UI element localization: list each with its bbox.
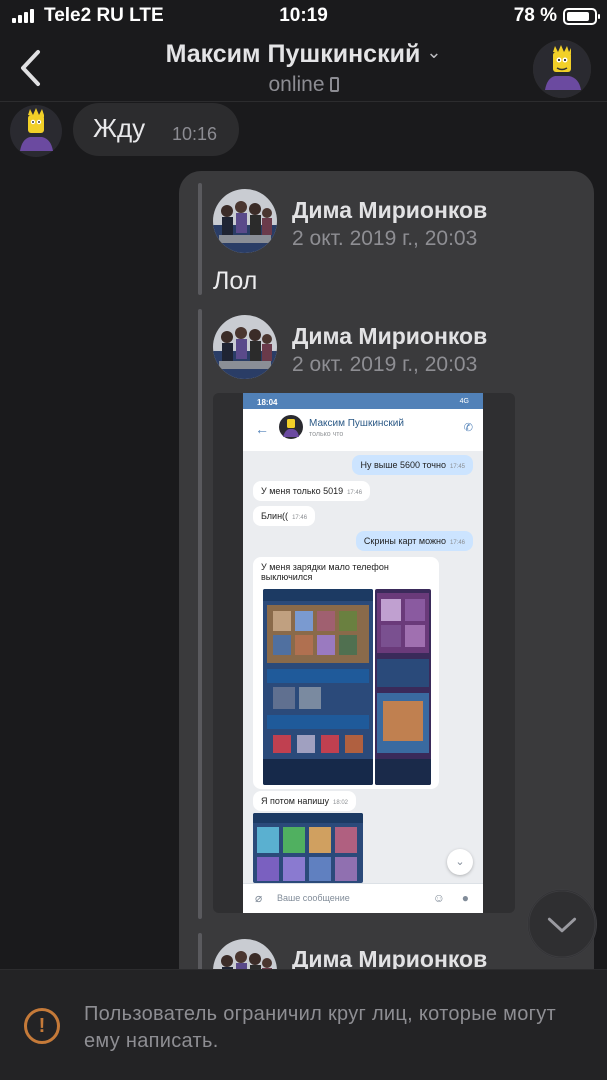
paperclip-icon: ⌀ — [255, 891, 263, 905]
forward-author-name[interactable]: Дима Мирионков — [292, 197, 487, 224]
forwarded-message-bubble[interactable]: Дима Мирионков 2 окт. 2019 г., 20:03 Лол… — [179, 171, 594, 969]
message-time: 10:16 — [172, 124, 218, 144]
forward-author-avatar[interactable] — [213, 315, 277, 379]
forward-text: Лол — [213, 267, 258, 295]
screenshot-avatar — [279, 415, 303, 439]
chat-title-area[interactable]: Максим Пушкинский ⌄ online — [0, 40, 607, 97]
online-status: online — [0, 73, 607, 97]
screenshot-contact-status: только что — [309, 431, 344, 438]
scroll-down-button[interactable] — [527, 889, 597, 959]
screenshot-message: Блин((17:46 — [253, 506, 316, 526]
chat-title: Максим Пушкинский — [165, 40, 421, 68]
incoming-message-bubble[interactable]: Жду 10:16 — [73, 103, 239, 156]
contact-avatar[interactable] — [533, 40, 591, 98]
screenshot-header: ← Максим Пушкинский только что ✆ — [243, 409, 483, 451]
restriction-notice: Пользователь ограничил круг лиц, которые… — [84, 1003, 556, 1052]
chevron-down-icon: ⌄ — [447, 849, 473, 875]
microphone-icon: ● — [461, 891, 469, 905]
attached-screenshot[interactable]: 18:04 4G ← Максим Пушкинский только что … — [213, 393, 515, 913]
messaging-restricted-banner: ! Пользователь ограничил круг лиц, котор… — [0, 969, 607, 1080]
forward-author-avatar[interactable] — [213, 189, 277, 253]
game-screenshot-image — [263, 589, 373, 785]
screenshot-time: 18:04 — [257, 398, 278, 407]
forward-author-name[interactable]: Дима Мирионков — [292, 323, 487, 350]
forward-author-name[interactable]: Дима Мирионков — [292, 946, 487, 969]
arrow-left-icon: ← — [255, 421, 269, 437]
phone-icon: ✆ — [463, 422, 473, 434]
screenshot-message: Ну выше 5600 точно 17:45 — [352, 455, 473, 475]
screenshot-message: Я потом напишу 18:02 — [253, 791, 357, 811]
screenshot-input-placeholder: Ваше сообщение — [277, 893, 350, 903]
forward-date: 2 окт. 2019 г., 20:03 — [292, 353, 478, 376]
forward-date: 2 окт. 2019 г., 20:03 — [292, 227, 478, 250]
forward-quote-bar — [198, 933, 202, 969]
message-text: Жду — [93, 113, 146, 143]
screenshot-composer: ⌀ Ваше сообщение ☺ ● — [243, 883, 483, 913]
mobile-phone-icon — [329, 77, 339, 92]
warning-icon: ! — [24, 1008, 60, 1044]
chevron-down-icon: ⌄ — [426, 42, 442, 62]
forward-quote-bar — [198, 183, 202, 295]
emoji-icon: ☺ — [432, 891, 445, 905]
game-screenshot-image — [375, 589, 431, 785]
message-list[interactable]: Жду 10:16 Дима Мирионков 2 окт. 2019 г.,… — [0, 103, 607, 969]
status-bar: Tele2 RU LTE 10:19 78 % — [0, 0, 607, 34]
battery-percent: 78 % — [513, 5, 557, 26]
sender-avatar[interactable] — [10, 105, 62, 157]
forward-author-avatar[interactable] — [213, 939, 277, 969]
online-status-text: online — [268, 73, 325, 96]
battery-icon — [563, 8, 600, 25]
screenshot-image: 18:04 4G ← Максим Пушкинский только что … — [243, 393, 483, 913]
screenshot-message: У меня только 5019 17:46 — [253, 481, 371, 501]
chat-header: Максим Пушкинский ⌄ online — [0, 34, 607, 102]
forward-quote-bar — [198, 309, 202, 919]
screenshot-contact-name: Максим Пушкинский — [309, 418, 404, 429]
game-screenshot-image — [253, 813, 363, 883]
screenshot-network: 4G — [459, 398, 469, 405]
screenshot-message: Скрины карт можно 17:46 — [355, 531, 473, 551]
